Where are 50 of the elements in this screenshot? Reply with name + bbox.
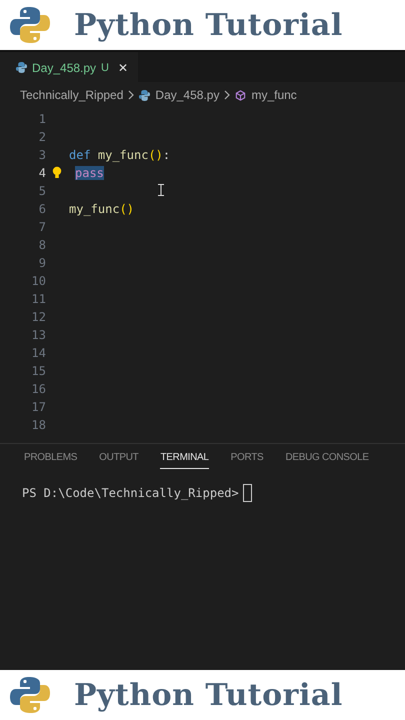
breadcrumb-item[interactable]: my_func bbox=[251, 88, 297, 102]
line-number: 1 bbox=[38, 112, 46, 126]
line-number: 4 bbox=[38, 166, 46, 180]
python-logo-icon bbox=[10, 5, 50, 45]
chevron-icon bbox=[128, 90, 134, 100]
terminal-cursor bbox=[242, 484, 252, 502]
code-token: () bbox=[120, 202, 134, 216]
line-number: 2 bbox=[38, 130, 46, 144]
banner-title: Python Tutorial bbox=[74, 8, 343, 42]
text-cursor-icon bbox=[158, 184, 164, 196]
untracked-status: U bbox=[101, 62, 109, 74]
line-number: 18 bbox=[30, 418, 46, 432]
banner-title: Python Tutorial bbox=[74, 678, 343, 712]
line-number: 17 bbox=[30, 400, 46, 414]
panel-tab[interactable]: TERMINAL bbox=[160, 452, 209, 469]
code-token: pass bbox=[75, 166, 104, 180]
code-token: : bbox=[162, 148, 170, 162]
line-number: 13 bbox=[30, 328, 46, 342]
line-number: 3 bbox=[38, 148, 46, 162]
lightbulb-icon[interactable] bbox=[52, 166, 62, 180]
file-tab[interactable]: Day_458.py U ✕ bbox=[0, 52, 138, 82]
line-number: 12 bbox=[30, 310, 46, 324]
chevron-icon bbox=[224, 90, 230, 100]
panel-tab[interactable]: OUTPUT bbox=[99, 452, 138, 469]
code-token: my_func bbox=[98, 148, 148, 162]
panel-tab[interactable]: DEBUG CONSOLE bbox=[285, 452, 369, 469]
code-token: () bbox=[148, 148, 163, 162]
line-number: 8 bbox=[38, 238, 46, 252]
panel-tab[interactable]: PORTS bbox=[230, 452, 264, 469]
panel-tab[interactable]: PROBLEMS bbox=[24, 452, 78, 469]
line-number: 7 bbox=[38, 220, 46, 234]
line-number: 5 bbox=[38, 184, 46, 198]
line-number: 6 bbox=[38, 202, 46, 216]
code-token: my_func bbox=[69, 202, 120, 216]
python-logo-icon bbox=[10, 675, 50, 715]
line-number: 9 bbox=[38, 256, 46, 270]
line-number: 11 bbox=[30, 292, 46, 306]
line-number: 16 bbox=[30, 382, 46, 396]
line-number: 14 bbox=[30, 346, 46, 360]
cube-icon bbox=[235, 90, 246, 100]
line-number: 15 bbox=[30, 364, 46, 378]
tab-filename: Day_458.py bbox=[32, 60, 96, 74]
code-token: def bbox=[69, 148, 91, 162]
python-file-icon bbox=[139, 90, 150, 100]
close-icon[interactable]: ✕ bbox=[118, 60, 128, 74]
breadcrumb-item[interactable]: Technically_Ripped bbox=[20, 88, 124, 102]
breadcrumb-item[interactable]: Day_458.py bbox=[155, 88, 220, 102]
python-file-icon bbox=[16, 62, 27, 73]
terminal-prompt: PS D:\Code\Technically_Ripped> bbox=[22, 486, 239, 500]
line-number: 10 bbox=[30, 274, 46, 288]
